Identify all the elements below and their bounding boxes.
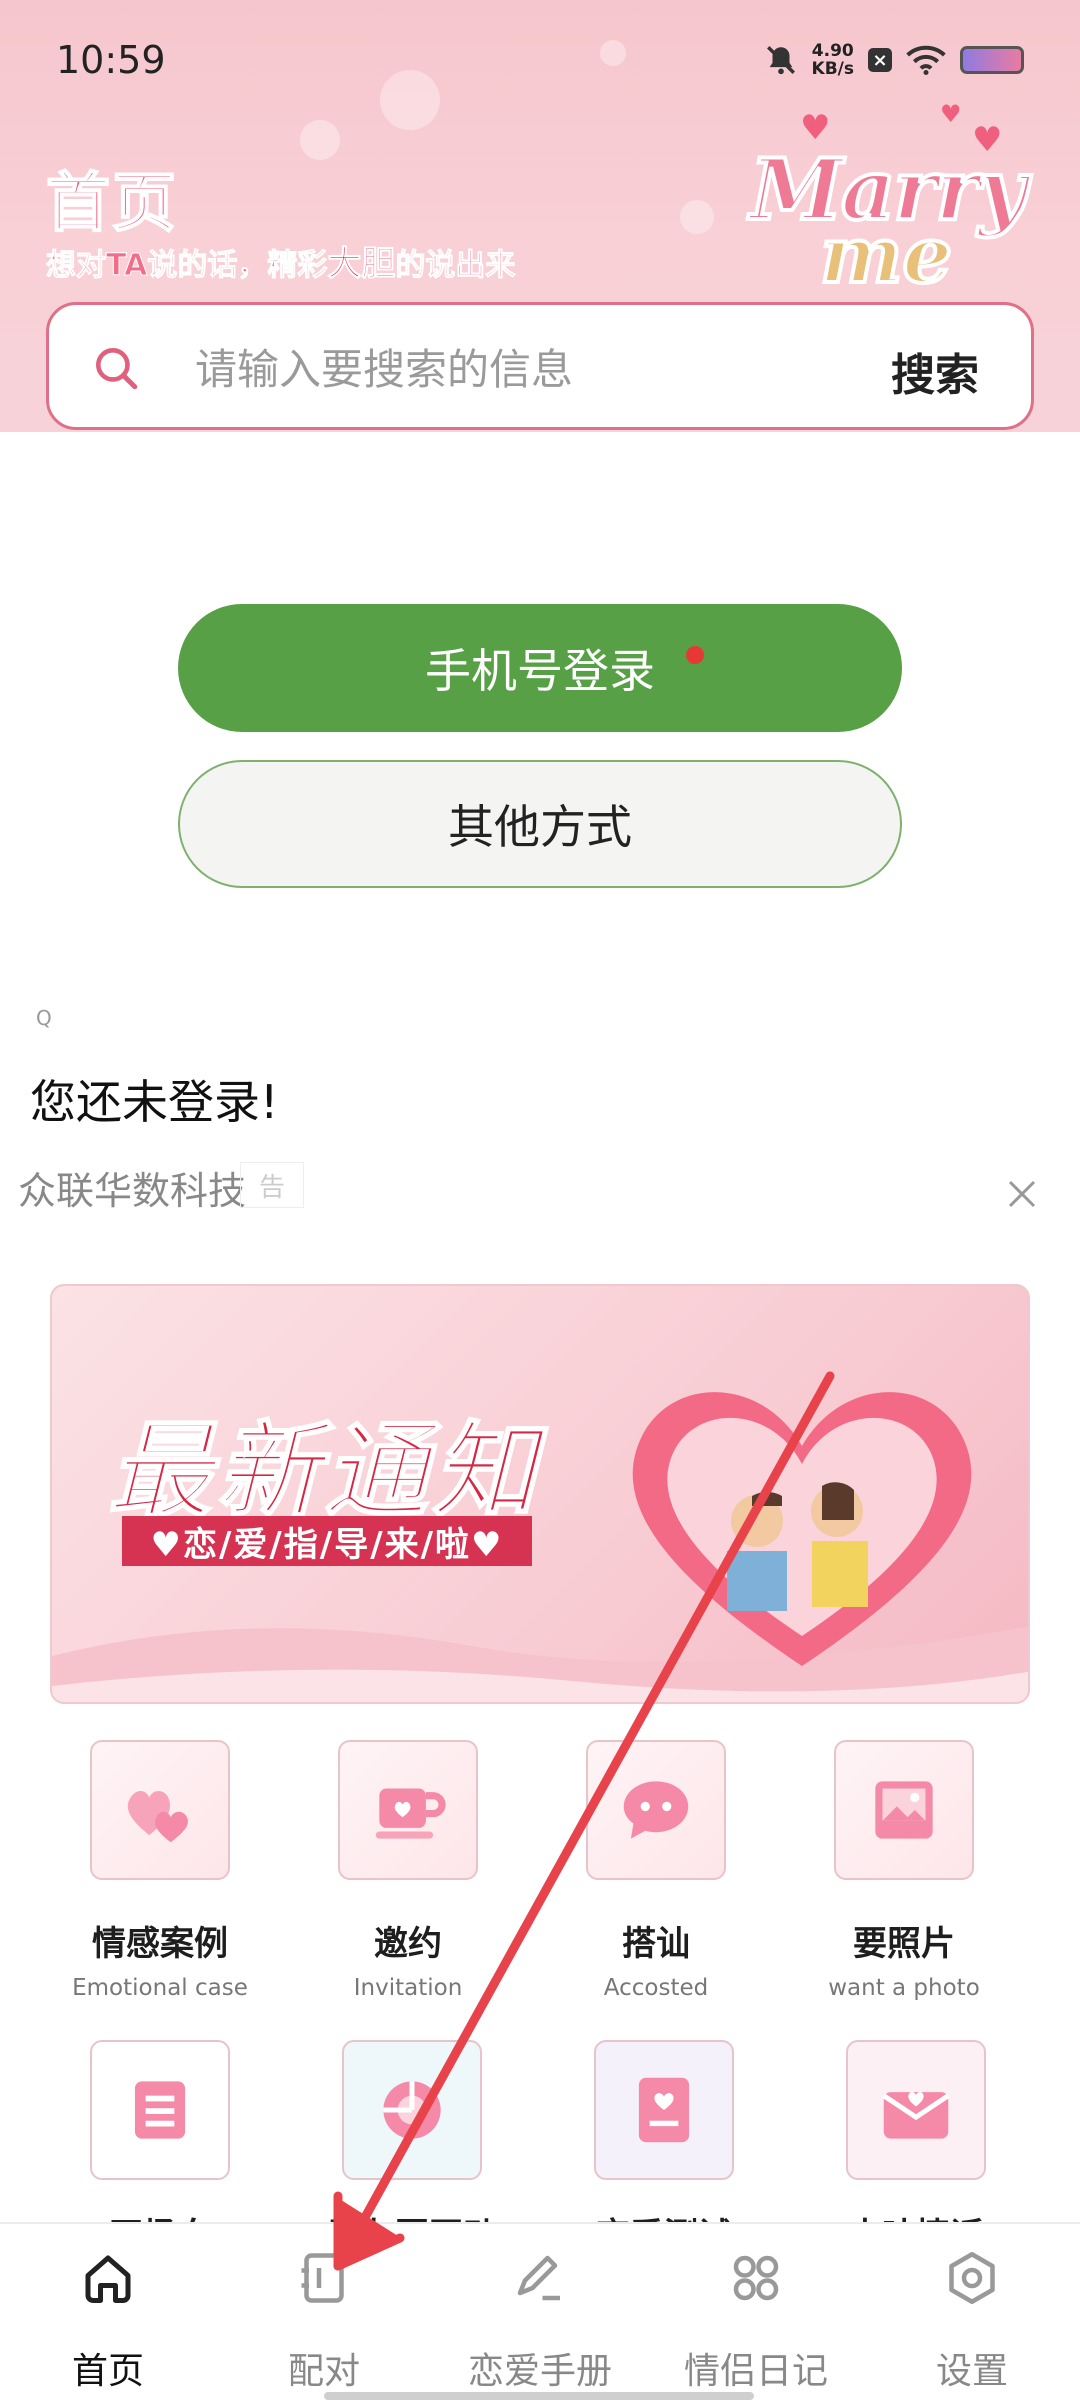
logo-line2: me [818,208,954,303]
phone-login-button[interactable]: 手机号登录 [178,604,902,732]
feature-subtitle: Emotional case [72,1975,248,2001]
banner-title: 最新通知 [107,1409,541,1533]
book-heart-icon[interactable] [594,2040,734,2180]
hearts-icon [90,1740,230,1880]
settings-hexagon-icon [949,2252,995,2304]
tab-label: 首页 [71,2351,144,2392]
bottom-navigation: 首页 配对 恋爱手册 情侣日记 设置 [0,2222,1080,2408]
header-tagline: 想对TA说的话，精彩大胆的说出来 [45,236,516,285]
mute-bell-icon [766,46,795,75]
feature-title: 情感案例 [92,1924,228,1964]
phone-login-label: 手机号登录 [425,644,655,698]
cup-icon [338,1740,478,1880]
bokeh-dot [300,120,340,160]
tab-label: 配对 [287,2351,360,2392]
camera-lens-icon[interactable] [342,2040,482,2180]
couple-heart-illustration [632,1392,972,1666]
chat-bubble-icon [586,1740,726,1880]
pair-icon [301,2253,344,2303]
tagline-part: 想对TA说的话，精彩 [45,248,328,284]
wifi-icon [906,45,946,75]
search-input[interactable] [195,331,895,407]
pen-icon [517,2255,560,2301]
grid-flower-icon [733,2255,779,2301]
tab-settings[interactable]: 设置 [864,2248,1080,2394]
speed-value: 4.90 [811,41,854,61]
heart-icon: ♥ [940,100,962,128]
home-icon [85,2255,131,2303]
marry-me-logo: ♥ ♥ ♥ Marry me [740,100,1040,303]
battery-icon [960,46,1024,74]
notice-banner[interactable]: 最新通知 ♥恋/爱/指/导/来/啦♥ [50,1284,1030,1704]
other-login-label: 其他方式 [448,800,632,854]
feature-accosted[interactable]: 搭讪 Accosted [546,1740,766,2001]
tab-couple-diary[interactable]: 情侣日记 [648,2248,864,2394]
status-time: 10:59 [56,38,166,82]
ad-advertiser[interactable]: 众联华数科技 [18,1160,246,1215]
photo-icon [834,1740,974,1880]
home-indicator [324,2392,754,2400]
tab-label: 设置 [935,2351,1008,2392]
login-status-text: 您还未登录! [30,1075,279,1129]
close-app-icon: × [868,48,892,72]
search-bar: 搜索 [46,302,1034,430]
banner-subtitle: ♥恋/爱/指/导/来/啦♥ [122,1516,532,1566]
feature-invitation[interactable]: 邀约 Invitation [298,1740,518,2001]
tagline-emphasis: 大胆 [327,244,396,285]
feature-subtitle: Invitation [353,1975,463,2001]
tab-home[interactable]: 首页 [0,2248,216,2394]
tab-love-manual[interactable]: 恋爱手册 [432,2248,648,2394]
feature-title: 搭讪 [622,1924,690,1964]
header-banner: 10:59 4.90 KB/s × 首页 想对TA说的话，精彩大胆的说出来 ♥ … [0,0,1080,432]
feature-emotional-case[interactable]: 情感案例 Emotional case [50,1740,270,2001]
tab-label: 恋爱手册 [467,2351,612,2392]
tab-pair[interactable]: 配对 [216,2248,432,2394]
status-icons: 4.90 KB/s × [764,42,1024,78]
list-icon[interactable] [90,2040,230,2180]
small-mark: Q [36,1006,52,1030]
envelope-heart-icon[interactable] [846,2040,986,2180]
close-icon[interactable] [1004,1176,1040,1212]
other-login-button[interactable]: 其他方式 [178,760,902,888]
search-icon[interactable] [91,343,141,393]
speed-unit: KB/s [811,59,854,79]
feature-subtitle: Accosted [603,1975,709,2001]
tab-label: 情侣日记 [683,2351,828,2392]
page-title: 首页 [45,166,178,242]
feature-subtitle: want a photo [828,1975,980,2001]
feature-title: 邀约 [374,1924,442,1964]
notification-dot [686,646,704,664]
ad-tag: 告 [240,1162,304,1208]
tagline-part: 的说出来 [395,248,516,284]
network-speed: 4.90 KB/s [812,42,854,78]
bokeh-dot [680,200,714,234]
search-button[interactable]: 搜索 [891,339,979,403]
feature-want-photo[interactable]: 要照片 want a photo [794,1740,1014,2001]
feature-title: 要照片 [853,1924,955,1964]
